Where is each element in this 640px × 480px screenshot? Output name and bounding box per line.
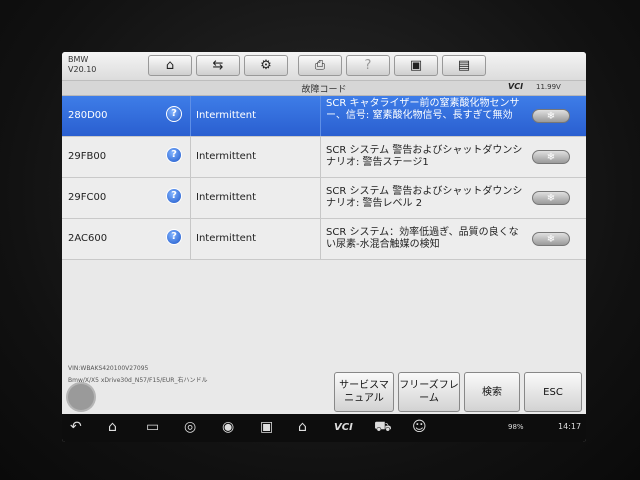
save-icon: ▣	[409, 58, 423, 73]
dtc-description: SCR システム：効率低過ぎ、品質の良くない尿素-水混合触媒の検知	[326, 227, 519, 250]
dtc-status: Intermittent	[196, 110, 257, 121]
gear-icon: ⚙	[260, 58, 272, 73]
dtc-status: Intermittent	[196, 151, 257, 162]
column-divider	[320, 96, 321, 136]
title-bar: 故障コード VCI 11.99V	[62, 81, 586, 96]
column-divider	[320, 137, 321, 177]
help-icon[interactable]: ?	[166, 147, 182, 163]
home-icon: ⌂	[165, 58, 175, 73]
freeze-frame-button[interactable]: フリーズフレーム	[398, 372, 460, 412]
column-divider	[190, 96, 191, 136]
freeze-frame-icon[interactable]: ❄	[532, 232, 570, 246]
vin-label: VIN:WBAKS420100V27095	[68, 365, 149, 372]
top-toolbar: BMW V20.10 ⌂ ⇆ ⚙ ⎙ ? ▣ ▤	[62, 52, 586, 81]
print-button[interactable]: ⎙	[298, 55, 342, 76]
back-icon[interactable]: ↶	[70, 419, 82, 435]
printer-icon: ⎙	[314, 58, 326, 73]
column-divider	[190, 178, 191, 218]
message-icon: ▤	[457, 58, 471, 73]
table-row[interactable]: 2AC600 ? Intermittent SCR システム：効率低過ぎ、品質の…	[62, 219, 586, 260]
recent-apps-icon[interactable]: ▭	[146, 419, 159, 435]
table-row[interactable]: 29FC00 ? Intermittent SCR システム 警告およびシャット…	[62, 178, 586, 219]
column-divider	[190, 219, 191, 259]
vehicle-path: Bmw/X/X5 xDrive30d_N57/F15/EUR_右ハンドル	[68, 377, 208, 384]
screen: BMW V20.10 ⌂ ⇆ ⚙ ⎙ ? ▣ ▤ 故障コード VCI 11.99…	[62, 52, 586, 442]
system-navbar: ↶ ⌂ ▭ ◎ ◉ ▣ ⌂ VCI ⛟ ☺ 98% 14:17	[62, 414, 586, 442]
battery-voltage: 11.99V	[536, 83, 561, 91]
dtc-description: SCR システム 警告およびシャットダウンシナリオ: 警告ステージ1	[326, 145, 523, 168]
dtc-code: 29FB00	[68, 151, 107, 162]
column-divider	[320, 178, 321, 218]
vci-icon[interactable]: VCI	[334, 422, 353, 433]
clock: 14:17	[558, 422, 582, 431]
help-icon[interactable]: ?	[166, 106, 182, 122]
vci-status: VCI	[508, 82, 524, 91]
vehicle-swap-icon: ⇆	[212, 58, 224, 73]
column-divider	[320, 219, 321, 259]
car-icon[interactable]: ⛟	[374, 419, 392, 437]
esc-button[interactable]: ESC	[524, 372, 582, 412]
help-icon[interactable]: ?	[166, 188, 182, 204]
table-row[interactable]: 29FB00 ? Intermittent SCR システム 警告およびシャット…	[62, 137, 586, 178]
help-icon[interactable]: ?	[166, 229, 182, 245]
battery-status: 98%	[508, 423, 524, 431]
home-icon[interactable]: ⌂	[108, 419, 117, 435]
dtc-status: Intermittent	[196, 233, 257, 244]
home-button[interactable]: ⌂	[148, 55, 192, 76]
table-row[interactable]: 280D00 ? Intermittent SCR キャタライザー前の窒素酸化物…	[62, 96, 586, 137]
save-button[interactable]: ▣	[394, 55, 438, 76]
assistive-touch-icon[interactable]	[66, 382, 96, 412]
screen-record-icon[interactable]: ▣	[260, 419, 273, 435]
help-button[interactable]: ?	[346, 55, 390, 76]
dtc-code: 2AC600	[68, 233, 108, 244]
brand-name: BMW	[68, 55, 89, 64]
dtc-code: 29FC00	[68, 192, 107, 203]
brand-version: V20.10	[68, 65, 97, 74]
message-button[interactable]: ▤	[442, 55, 486, 76]
maxisys-home-icon[interactable]: ⌂	[298, 419, 307, 435]
brand-label: BMW V20.10	[68, 55, 96, 75]
dtc-description: SCR キャタライザー前の窒素酸化物センサー、信号: 窒素酸化物信号、長すぎて無…	[326, 98, 520, 121]
user-icon[interactable]: ☺	[412, 419, 427, 435]
service-manual-button[interactable]: サービスマニュアル	[334, 372, 394, 412]
search-button[interactable]: 検索	[464, 372, 520, 412]
chrome-icon[interactable]: ◎	[184, 419, 196, 435]
freeze-frame-icon[interactable]: ❄	[532, 150, 570, 164]
dtc-status: Intermittent	[196, 192, 257, 203]
camera-icon[interactable]: ◉	[222, 419, 234, 435]
freeze-frame-icon[interactable]: ❄	[532, 109, 570, 123]
help-icon: ?	[364, 58, 372, 73]
column-divider	[190, 137, 191, 177]
freeze-frame-icon[interactable]: ❄	[532, 191, 570, 205]
vehicle-swap-button[interactable]: ⇆	[196, 55, 240, 76]
dtc-code: 280D00	[68, 110, 108, 121]
dtc-description: SCR システム 警告およびシャットダウンシナリオ: 警告レベル 2	[326, 186, 523, 209]
settings-button[interactable]: ⚙	[244, 55, 288, 76]
